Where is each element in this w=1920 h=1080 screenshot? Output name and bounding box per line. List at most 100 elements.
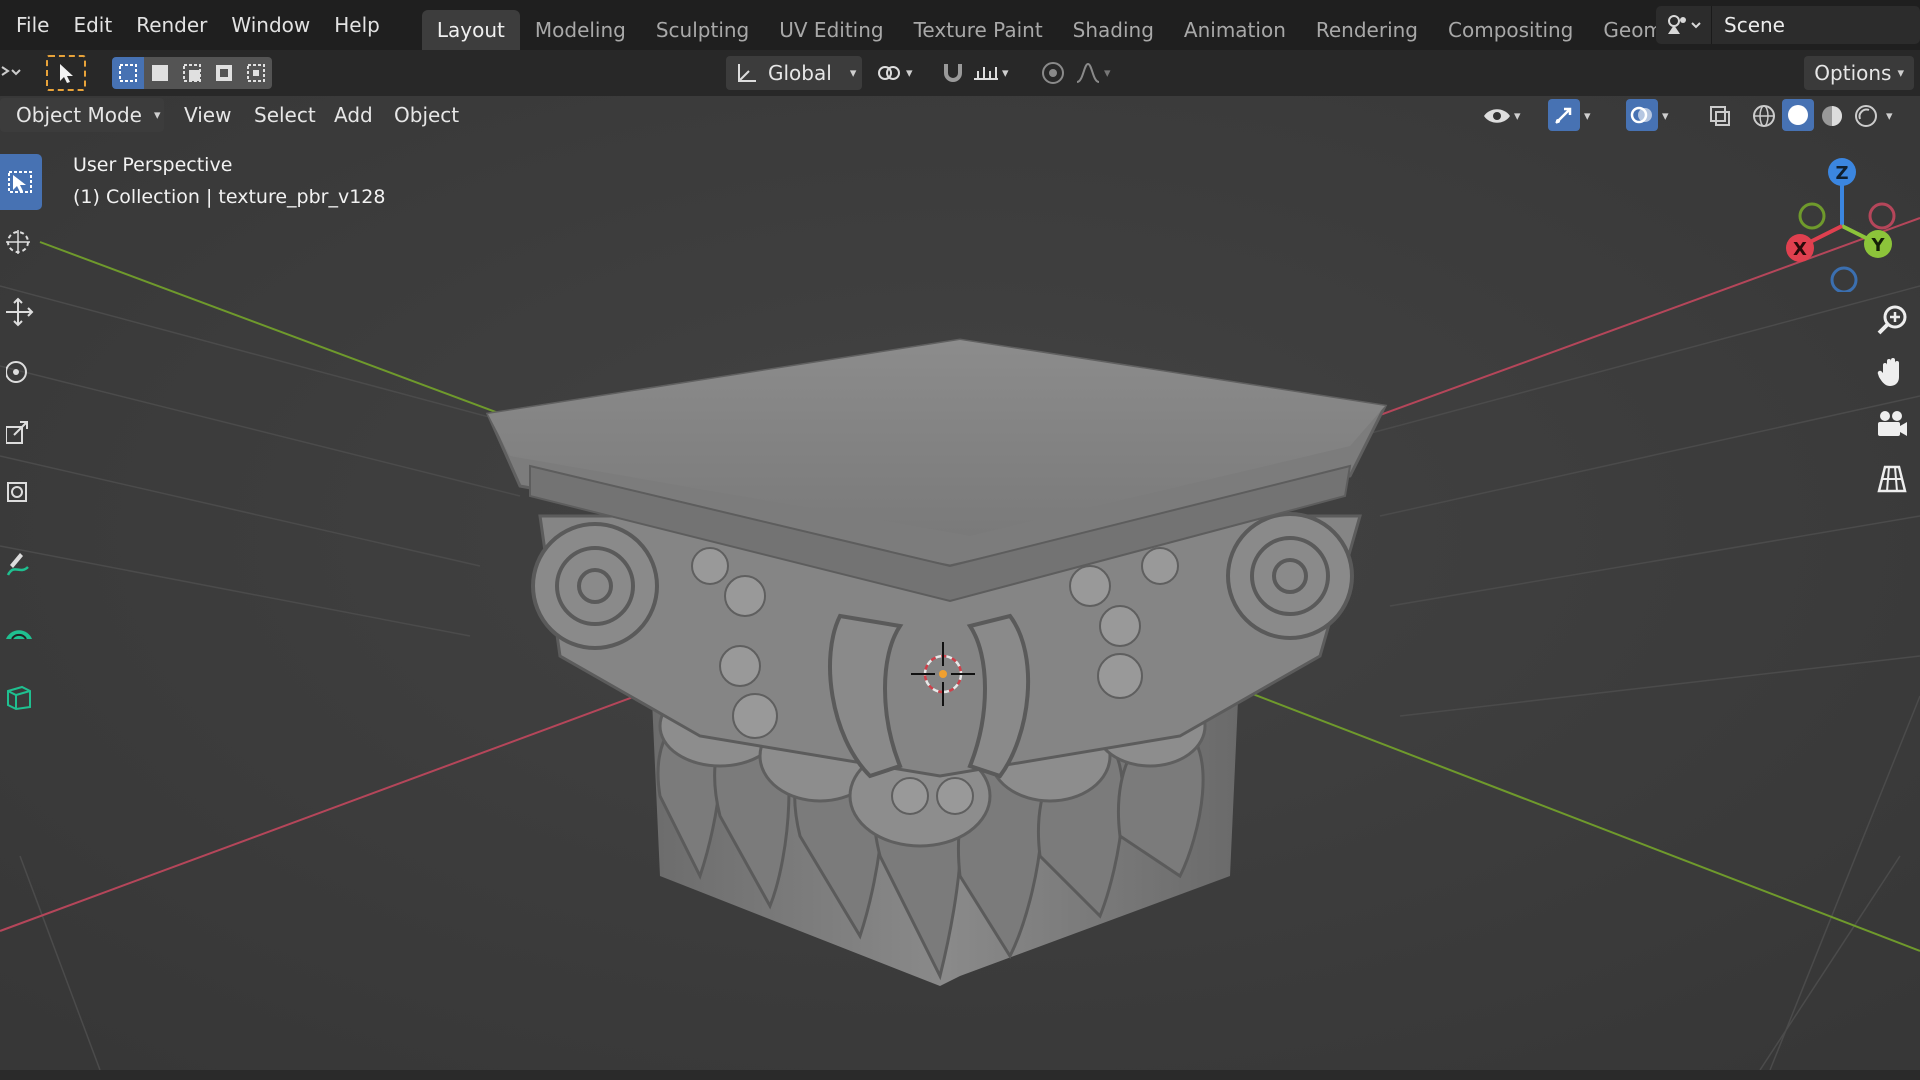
overlays-icon <box>1630 106 1652 124</box>
orientation-axes-icon <box>738 64 756 82</box>
add-cube-icon <box>7 685 31 711</box>
pan-hand-icon <box>1877 358 1899 386</box>
shading-options-dropdown[interactable]: ▾ <box>1886 100 1910 132</box>
viewport-scene <box>0 96 1920 1070</box>
tab-shading[interactable]: Shading <box>1058 10 1169 50</box>
chevron-down-icon <box>1 66 21 76</box>
gizmo-z-label: Z <box>1835 163 1848 184</box>
menu-object[interactable]: Object <box>384 98 469 132</box>
menu-window[interactable]: Window <box>219 0 322 50</box>
rotate-icon <box>6 361 27 383</box>
ortho-toggle-button[interactable] <box>1870 456 1914 500</box>
menu-add[interactable]: Add <box>324 98 383 132</box>
chevron-down-icon: ▾ <box>1002 65 1009 81</box>
3d-viewport[interactable]: Object Mode ▾ View Select Add Object ▾ ▾… <box>0 96 1920 1070</box>
shading-solid-button[interactable] <box>1782 99 1814 131</box>
snap-toggle[interactable] <box>936 56 970 90</box>
tool-cursor[interactable] <box>0 216 42 268</box>
tool-scale[interactable] <box>0 406 42 458</box>
scene-icon <box>1667 15 1701 34</box>
proportional-edit-toggle[interactable] <box>1036 56 1070 90</box>
select-intersect-button[interactable] <box>240 57 272 89</box>
menu-edit[interactable]: Edit <box>61 0 124 50</box>
viewport-perspective-label: User Perspective <box>73 154 233 176</box>
top-menu-bar: File Edit Render Window Help Layout Mode… <box>0 0 1920 50</box>
3d-cursor-icon <box>6 230 30 254</box>
visibility-dropdown[interactable]: ▾ <box>1482 100 1536 132</box>
scene-selector[interactable]: Scene <box>1656 6 1920 44</box>
select-invert-button[interactable] <box>208 57 240 89</box>
menu-file[interactable]: File <box>0 0 61 50</box>
xray-toggle[interactable] <box>1704 100 1736 132</box>
proportional-edit-icon <box>1042 62 1064 84</box>
shading-wireframe-button[interactable] <box>1748 100 1780 132</box>
tool-measure[interactable] <box>0 602 42 654</box>
snap-increment-icon <box>974 67 998 80</box>
transform-orientation-label: Global <box>768 61 832 85</box>
select-new-button[interactable] <box>112 57 144 89</box>
menu-help[interactable]: Help <box>322 0 392 50</box>
proportional-falloff-dropdown[interactable]: ▾ <box>1074 56 1126 90</box>
tool-move[interactable] <box>0 286 42 338</box>
options-dropdown[interactable]: Options ▾ <box>1804 56 1914 90</box>
tool-select-box[interactable] <box>0 154 42 210</box>
tool-dropdown[interactable] <box>0 58 24 88</box>
chevron-down-icon: ▾ <box>1897 65 1904 81</box>
gizmo-toggle[interactable] <box>1548 99 1580 131</box>
tool-transform[interactable] <box>0 466 42 518</box>
gizmo-dropdown[interactable]: ▾ <box>1584 100 1604 132</box>
tab-layout[interactable]: Layout <box>421 10 520 50</box>
tab-uv-editing[interactable]: UV Editing <box>764 10 898 50</box>
pivot-point-dropdown[interactable]: ▾ <box>874 56 926 90</box>
overlays-dropdown[interactable]: ▾ <box>1662 100 1682 132</box>
chevron-down-icon: ▾ <box>1886 108 1893 124</box>
select-extend-button[interactable] <box>144 57 176 89</box>
shading-material-button[interactable] <box>1816 100 1848 132</box>
scene-browse-button[interactable] <box>1656 6 1712 44</box>
tab-sculpting[interactable]: Sculpting <box>641 10 764 50</box>
chevron-down-icon: ▾ <box>1514 108 1521 124</box>
material-sphere-icon <box>1822 106 1842 126</box>
solid-sphere-icon <box>1788 105 1808 125</box>
tab-texture-paint[interactable]: Texture Paint <box>899 10 1058 50</box>
pan-button[interactable] <box>1870 350 1914 394</box>
tab-compositing[interactable]: Compositing <box>1433 10 1588 50</box>
tool-add-cube[interactable] <box>0 670 42 722</box>
zoom-button[interactable] <box>1870 298 1914 342</box>
select-new-icon <box>119 64 137 82</box>
gizmo-x-label: X <box>1793 239 1807 260</box>
transform-orientation-dropdown[interactable]: Global ▾ <box>726 56 862 90</box>
snap-target-dropdown[interactable]: ▾ <box>972 56 1024 90</box>
menu-render[interactable]: Render <box>124 0 219 50</box>
scene-name[interactable]: Scene <box>1712 13 1785 37</box>
select-subtract-icon <box>183 64 201 82</box>
xray-icon <box>1710 106 1730 126</box>
active-tool-button[interactable] <box>46 55 86 91</box>
object-mode-dropdown[interactable]: Object Mode ▾ <box>0 98 164 132</box>
select-intersect-icon <box>247 64 265 82</box>
camera-view-button[interactable] <box>1870 403 1914 447</box>
tab-animation[interactable]: Animation <box>1169 10 1301 50</box>
magnet-icon <box>944 64 962 82</box>
cursor-select-icon <box>8 171 32 193</box>
chevron-down-icon: ▾ <box>849 65 857 81</box>
tool-annotate[interactable] <box>0 538 42 590</box>
chevron-down-icon: ▾ <box>1104 65 1111 81</box>
gizmo-icon <box>1555 107 1572 124</box>
gizmo-y-label: Y <box>1870 235 1885 256</box>
chevron-down-icon: ▾ <box>906 65 913 81</box>
menu-select[interactable]: Select <box>244 98 326 132</box>
menu-view[interactable]: View <box>174 98 241 132</box>
select-subtract-button[interactable] <box>176 57 208 89</box>
shading-rendered-button[interactable] <box>1850 100 1882 132</box>
pivot-link-icon <box>878 66 900 80</box>
tool-rotate[interactable] <box>0 346 42 398</box>
select-invert-icon <box>216 65 232 81</box>
camera-icon <box>1878 411 1907 436</box>
scale-icon <box>6 421 28 444</box>
overlays-toggle[interactable] <box>1626 99 1658 131</box>
select-mode-group <box>112 57 272 89</box>
tab-rendering[interactable]: Rendering <box>1301 10 1433 50</box>
tab-modeling[interactable]: Modeling <box>520 10 641 50</box>
navigation-gizmo[interactable]: Z Y X <box>1770 152 1910 292</box>
